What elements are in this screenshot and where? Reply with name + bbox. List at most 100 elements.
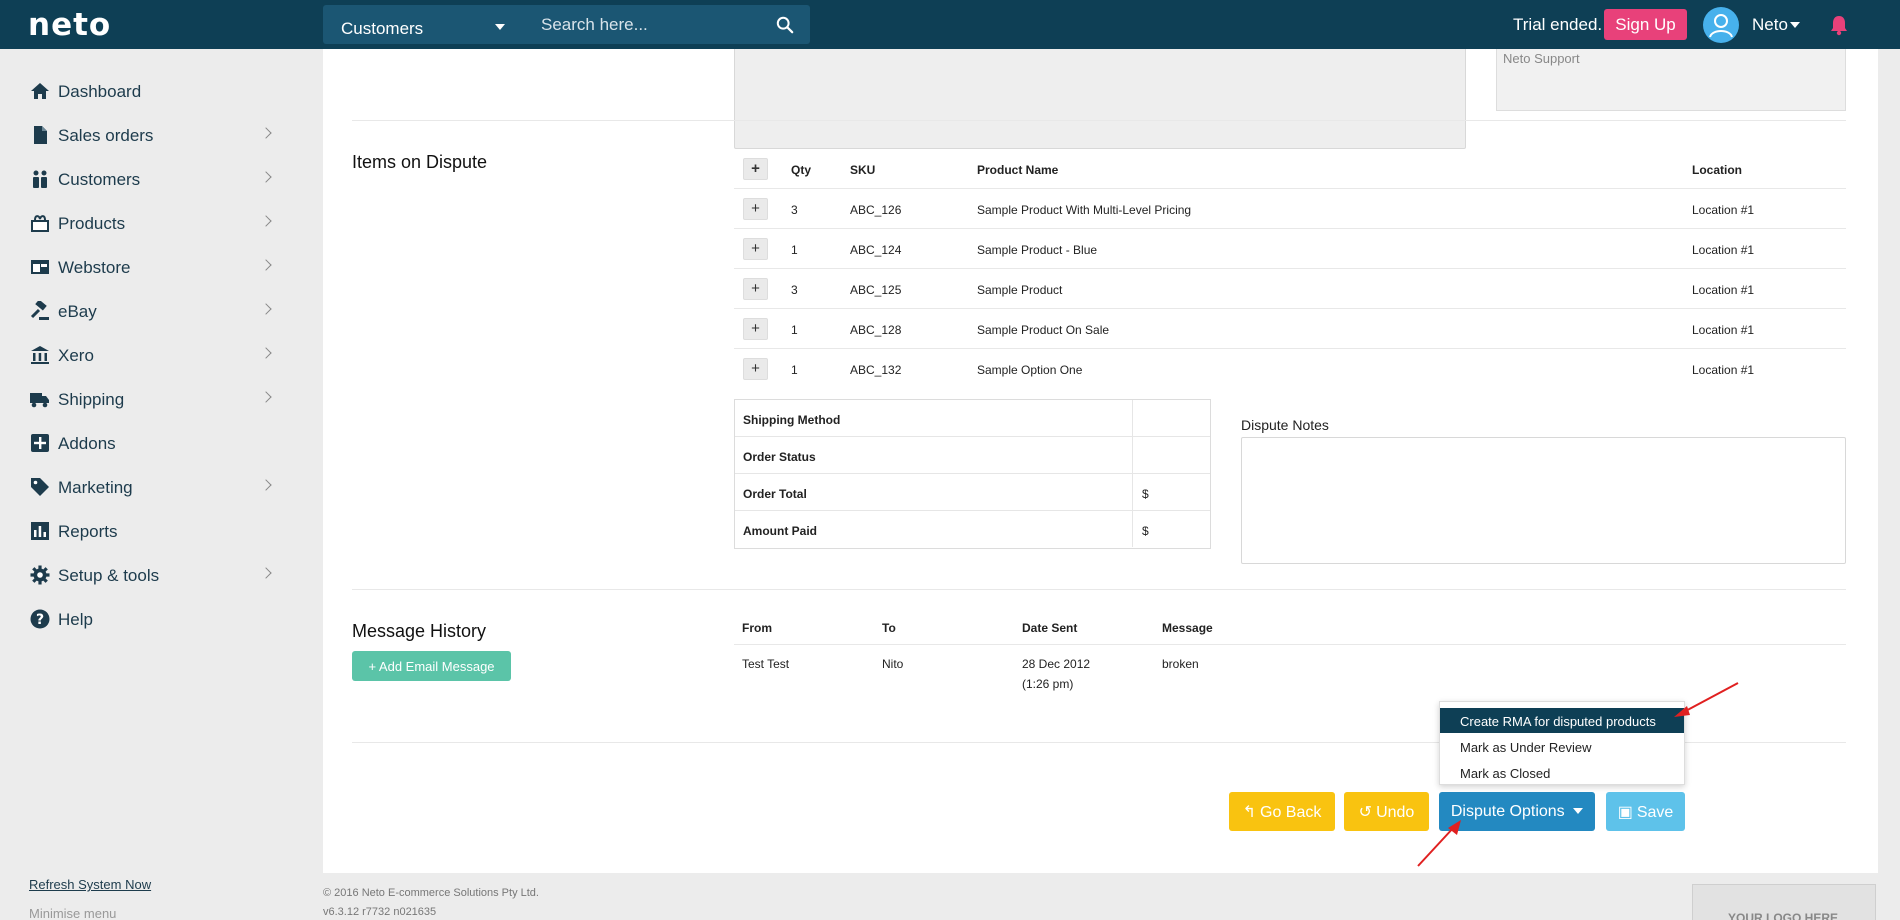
item-location: Location #1 <box>1692 243 1755 257</box>
menu-item-mark-closed[interactable]: Mark as Closed <box>1440 760 1684 785</box>
sidebar-item-label: Setup & tools <box>58 566 160 585</box>
message-textarea[interactable] <box>734 49 1466 149</box>
sidebar-item-products[interactable]: Products <box>30 209 272 239</box>
table-row: + 1 ABC_132 Sample Option One Location #… <box>734 349 1846 389</box>
chevron-right-icon <box>260 259 272 271</box>
sidebar-item-label: Sales orders <box>58 126 154 145</box>
save-button[interactable]: ▣ Save <box>1606 792 1685 831</box>
neto-logo[interactable]: neto <box>28 7 111 43</box>
item-qty: 3 <box>791 203 798 217</box>
sidebar-item-label: eBay <box>58 302 97 321</box>
search-box <box>523 5 810 44</box>
sidebar-item-dashboard[interactable]: Dashboard <box>30 77 270 107</box>
item-name: Sample Option One <box>977 363 1083 377</box>
add-email-message-button[interactable]: + Add Email Message <box>352 651 511 681</box>
people-icon <box>33 170 47 188</box>
minimise-menu-link[interactable]: Minimise menu <box>29 906 116 920</box>
sidebar-item-help[interactable]: ? Help <box>30 605 270 635</box>
dispute-notes-textarea[interactable] <box>1241 437 1846 564</box>
truck-icon <box>30 393 49 408</box>
menu-item-mark-under-review[interactable]: Mark as Under Review <box>1440 734 1684 759</box>
divider <box>352 120 1846 121</box>
sidebar-item-sales-orders[interactable]: Sales orders <box>30 121 272 151</box>
message-to: Nito <box>882 657 904 671</box>
refresh-system-link[interactable]: Refresh System Now <box>29 877 151 892</box>
table-row: + 1 ABC_124 Sample Product - Blue Locati… <box>734 229 1846 269</box>
item-name: Sample Product With Multi-Level Pricing <box>977 203 1192 217</box>
column-header-from: From <box>742 621 772 635</box>
sidebar-item-customers[interactable]: Customers <box>30 165 272 195</box>
column-header-sku: SKU <box>850 163 876 177</box>
sidebar-item-marketing[interactable]: Marketing <box>30 473 272 503</box>
summary-label: Shipping Method <box>743 413 841 427</box>
summary-row: Amount Paid $ <box>735 511 1210 548</box>
menu-item-create-rma[interactable]: Create RMA for disputed products <box>1440 708 1684 733</box>
message-text: broken <box>1162 657 1199 671</box>
version-text: v6.3.12 r7732 n021635 <box>323 906 437 918</box>
item-sku: ABC_132 <box>850 363 902 377</box>
sidebar-item-xero[interactable]: Xero <box>30 341 272 371</box>
chevron-right-icon <box>260 127 272 139</box>
search-category-select[interactable]: Customers <box>323 5 523 44</box>
add-item-button[interactable]: + <box>743 278 768 300</box>
message-time: (1:26 pm) <box>1022 677 1074 691</box>
user-menu[interactable]: Neto <box>1752 15 1788 35</box>
message-table-header: From To Date Sent Message <box>734 611 1846 645</box>
gavel-icon <box>30 301 49 320</box>
caret-down-icon <box>1790 22 1800 28</box>
column-header-message: Message <box>1162 621 1213 635</box>
chevron-right-icon <box>260 215 272 227</box>
add-item-button[interactable]: + <box>743 318 768 340</box>
chevron-right-icon <box>260 479 272 491</box>
item-name: Sample Product <box>977 283 1063 297</box>
item-name: Sample Product - Blue <box>977 243 1098 257</box>
sidebar-item-addons[interactable]: Addons <box>30 429 270 459</box>
sidebar-item-ebay[interactable]: eBay <box>30 297 272 327</box>
table-row[interactable]: Test Test Nito 28 Dec 2012 (1:26 pm) bro… <box>734 646 1846 701</box>
column-header-date-sent: Date Sent <box>1022 621 1078 635</box>
search-category-value: Customers <box>341 19 424 38</box>
assigned-user-field[interactable]: Neto Support <box>1496 49 1846 111</box>
copyright-text: © 2016 Neto E-commerce Solutions Pty Ltd… <box>323 887 539 899</box>
user-avatar-icon[interactable] <box>1703 7 1739 43</box>
logo-placeholder: YOUR LOGO HERE <box>1692 884 1876 920</box>
sidebar-item-webstore[interactable]: Webstore <box>30 253 272 283</box>
summary-row: Shipping Method <box>735 400 1210 437</box>
item-location: Location #1 <box>1692 283 1755 297</box>
add-all-items-button[interactable]: + <box>743 158 768 180</box>
sidebar-item-setup-tools[interactable]: Setup & tools <box>30 561 272 591</box>
undo-icon: ↺ <box>1358 803 1373 821</box>
summary-value <box>1132 400 1212 436</box>
undo-button[interactable]: ↺ Undo <box>1344 792 1429 831</box>
logo-placeholder-text: YOUR LOGO HERE <box>1728 911 1839 920</box>
search-icon[interactable] <box>776 16 794 34</box>
order-summary-table: Shipping Method Order Status Order Total… <box>734 399 1211 549</box>
browser-icon <box>31 260 49 274</box>
svg-text:?: ? <box>36 612 44 628</box>
tag-icon <box>31 478 49 496</box>
sidebar-item-reports[interactable]: Reports <box>30 517 270 547</box>
chevron-right-icon <box>260 567 272 579</box>
summary-row: Order Total $ <box>735 474 1210 511</box>
sidebar-item-shipping[interactable]: Shipping <box>30 385 272 415</box>
go-back-button[interactable]: ↰ Go Back <box>1229 792 1335 831</box>
sidebar-item-label: Help <box>58 610 93 629</box>
sign-up-button[interactable]: Sign Up <box>1604 9 1687 40</box>
item-qty: 1 <box>791 363 798 377</box>
chevron-right-icon <box>260 391 272 403</box>
search-input[interactable] <box>541 5 761 44</box>
dispute-options-button[interactable]: Dispute Options <box>1439 792 1595 831</box>
table-row: + 3 ABC_126 Sample Product With Multi-Le… <box>734 189 1846 229</box>
bank-icon <box>31 346 49 364</box>
bell-icon[interactable] <box>1829 14 1849 36</box>
item-location: Location #1 <box>1692 363 1755 377</box>
sidebar-item-label: Addons <box>58 434 116 453</box>
add-item-button[interactable]: + <box>743 238 768 260</box>
table-header-row: + Qty SKU Product Name Location <box>734 149 1846 189</box>
dispute-options-menu: Create RMA for disputed products Mark as… <box>1439 701 1685 785</box>
add-item-button[interactable]: + <box>743 358 768 380</box>
sidebar-item-label: Reports <box>58 522 118 541</box>
summary-value <box>1132 437 1212 473</box>
trial-status: Trial ended. <box>1513 15 1603 34</box>
add-item-button[interactable]: + <box>743 198 768 220</box>
